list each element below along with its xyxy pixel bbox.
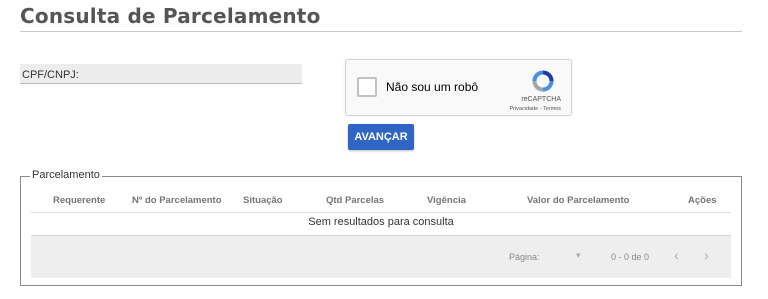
column-header-vigencia[interactable]: Vigência bbox=[427, 195, 466, 206]
recaptcha-widget: Não sou um robô reCAPTCHA Privacidade - … bbox=[345, 59, 572, 116]
recaptcha-checkbox[interactable] bbox=[357, 77, 377, 97]
chevron-left-icon[interactable]: ‹ bbox=[674, 247, 679, 263]
table-header: Requerente Nº do Parcelamento Situação Q… bbox=[31, 188, 731, 213]
column-header-qtd-parcelas[interactable]: Qtd Parcelas bbox=[326, 195, 384, 206]
results-table: Requerente Nº do Parcelamento Situação Q… bbox=[31, 188, 731, 278]
empty-results-message: Sem resultados para consulta bbox=[308, 216, 454, 228]
page-label: Página: bbox=[509, 252, 540, 262]
column-header-requerente[interactable]: Requerente bbox=[53, 195, 105, 206]
recaptcha-icon bbox=[532, 70, 554, 92]
title-divider bbox=[20, 31, 742, 32]
caret-down-icon: ▾ bbox=[576, 250, 581, 260]
recaptcha-label: Não sou um robô bbox=[386, 80, 479, 94]
cpf-cnpj-field[interactable]: CPF/CNPJ: bbox=[20, 64, 302, 84]
column-header-acoes: Ações bbox=[688, 195, 717, 206]
recaptcha-terms-link[interactable]: Privacidade - Termos bbox=[509, 106, 561, 112]
recaptcha-brand: reCAPTCHA bbox=[521, 96, 561, 103]
column-header-situacao[interactable]: Situação bbox=[243, 195, 283, 206]
column-header-numero[interactable]: Nº do Parcelamento bbox=[132, 195, 222, 206]
parcelamento-legend: Parcelamento bbox=[30, 169, 102, 181]
page-range: 0 - 0 de 0 bbox=[611, 252, 650, 262]
table-pagination: Página: ▾ 0 - 0 de 0 ‹ › bbox=[31, 235, 731, 278]
page-title: Consulta de Parcelamento bbox=[20, 4, 321, 28]
chevron-right-icon[interactable]: › bbox=[704, 247, 709, 263]
column-header-valor[interactable]: Valor do Parcelamento bbox=[527, 195, 629, 206]
page-select[interactable]: ▾ bbox=[576, 250, 581, 261]
avancar-button[interactable]: AVANÇAR bbox=[348, 124, 414, 150]
cpf-cnpj-label: CPF/CNPJ: bbox=[22, 69, 79, 81]
